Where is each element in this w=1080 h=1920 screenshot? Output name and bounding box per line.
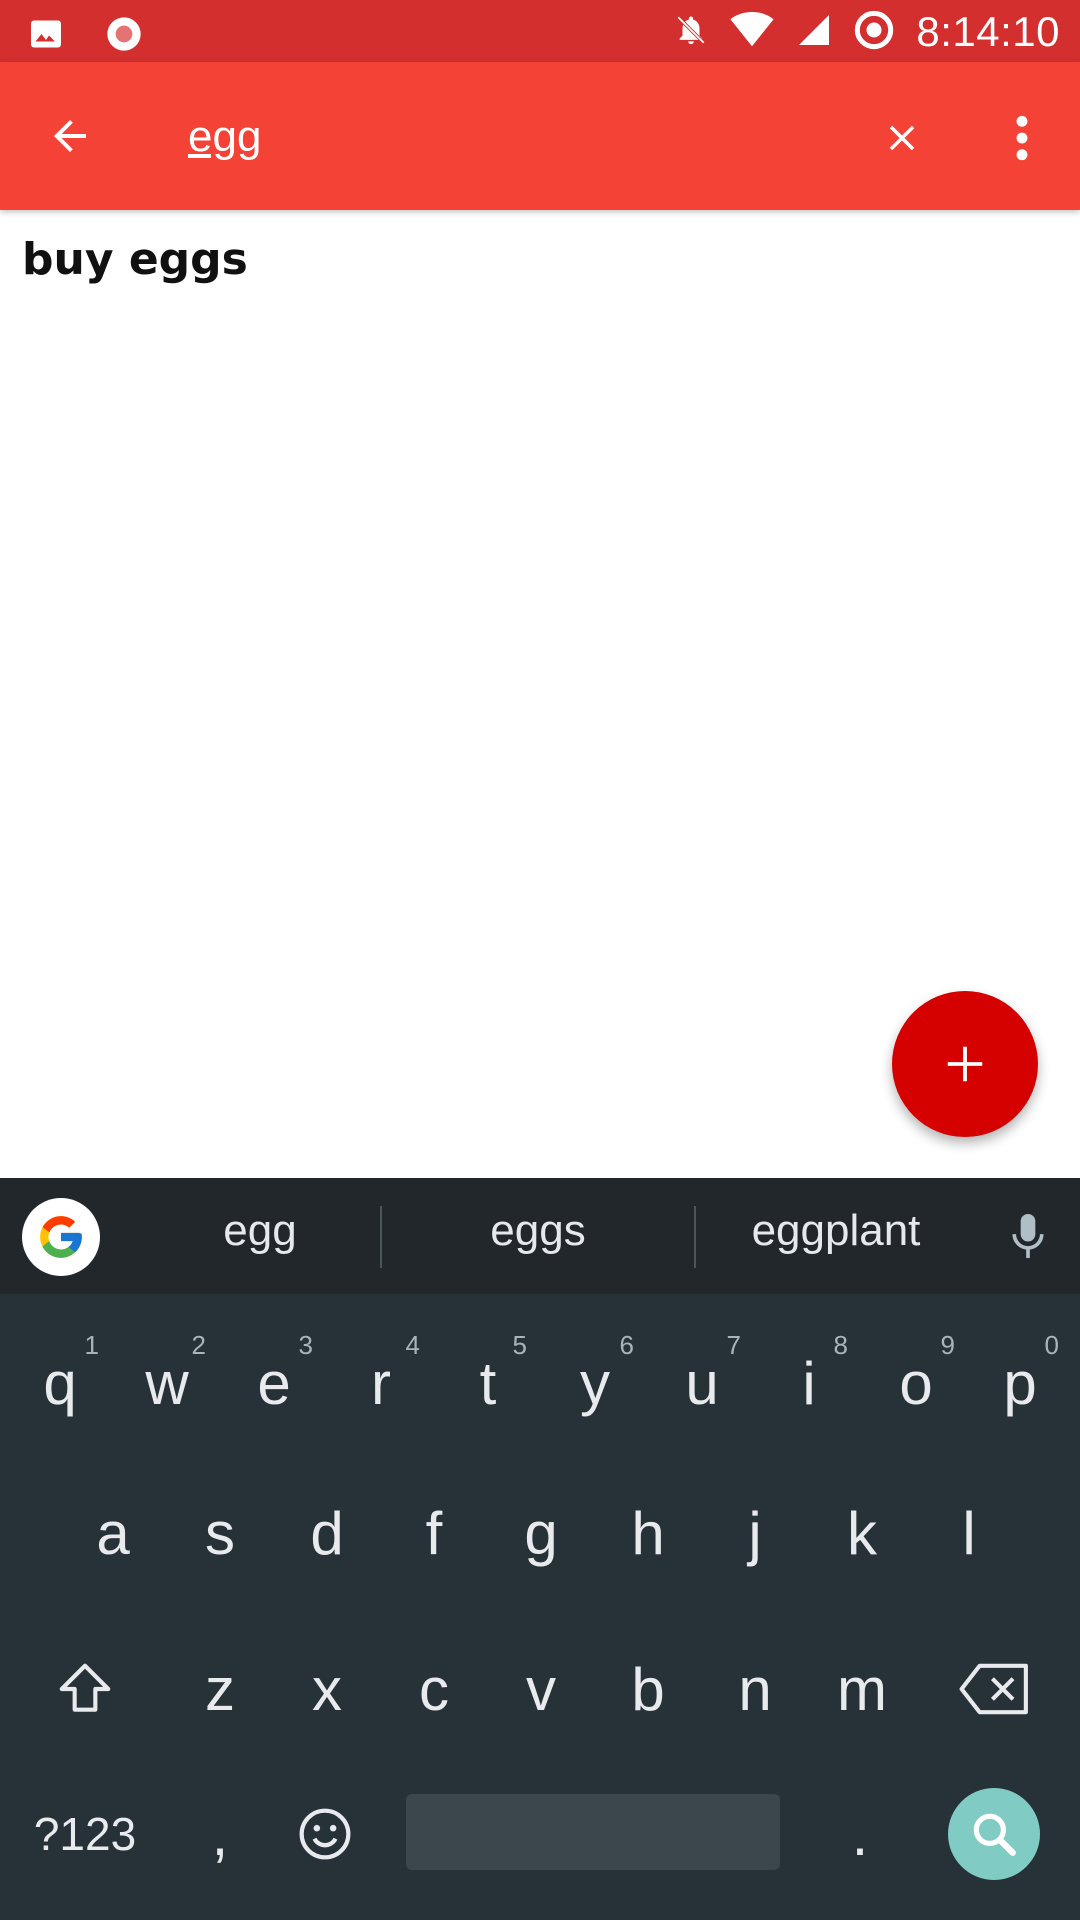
key-f[interactable]: f	[389, 1478, 479, 1588]
signal-icon	[796, 12, 832, 52]
key-i[interactable]: i8	[764, 1328, 854, 1438]
notifications-off-icon	[674, 11, 708, 53]
search-input[interactable]	[188, 102, 838, 172]
google-logo-button[interactable]	[22, 1198, 100, 1276]
key-s[interactable]: s	[175, 1478, 265, 1588]
backspace-key[interactable]	[950, 1634, 1040, 1744]
suggestion-bar: egg eggs eggplant	[0, 1178, 1080, 1294]
emoji-key[interactable]	[280, 1784, 370, 1884]
wifi-icon	[730, 12, 774, 52]
add-button[interactable]	[892, 991, 1038, 1137]
status-bar: 8:14:10	[0, 0, 1080, 62]
key-x[interactable]: x	[282, 1634, 372, 1744]
suggestion-2[interactable]: eggs	[382, 1206, 694, 1266]
key-q[interactable]: q1	[15, 1328, 105, 1438]
image-icon	[28, 16, 64, 56]
search-results: buy eggs	[0, 210, 1080, 285]
more-vert-icon	[1016, 115, 1028, 161]
key-h[interactable]: h	[603, 1478, 693, 1588]
suggestion-3[interactable]: eggplant	[696, 1206, 976, 1266]
key-d[interactable]: d	[282, 1478, 372, 1588]
key-r[interactable]: r4	[336, 1328, 426, 1438]
keyboard-search-key[interactable]	[948, 1788, 1040, 1880]
status-time: 8:14:10	[916, 8, 1060, 55]
sync-icon	[854, 10, 894, 54]
key-k[interactable]: k	[817, 1478, 907, 1588]
space-key[interactable]	[406, 1794, 780, 1870]
key-y[interactable]: y6	[550, 1328, 640, 1438]
arrow-back-icon	[54, 120, 86, 152]
symbols-key[interactable]: ?123	[20, 1784, 150, 1884]
key-v[interactable]: v	[496, 1634, 586, 1744]
back-button[interactable]	[40, 106, 100, 166]
key-z[interactable]: z	[175, 1634, 265, 1744]
key-j[interactable]: j	[710, 1478, 800, 1588]
backspace-icon	[959, 1663, 1028, 1715]
emoji-icon	[299, 1808, 351, 1860]
key-l[interactable]: l	[924, 1478, 1014, 1588]
keyboard: egg eggs eggplant q1 w2 e3 r4 t5 y6 u7 i…	[0, 1178, 1080, 1920]
mic-icon	[1012, 1214, 1044, 1258]
voice-input-button[interactable]	[1000, 1208, 1056, 1264]
key-t[interactable]: t5	[443, 1328, 533, 1438]
key-b[interactable]: b	[603, 1634, 693, 1744]
comma-key[interactable]: ,	[175, 1784, 265, 1884]
key-g[interactable]: g	[496, 1478, 586, 1588]
result-item[interactable]: buy eggs	[0, 210, 1080, 285]
close-icon	[889, 125, 915, 151]
search-icon	[973, 1813, 1016, 1856]
key-p[interactable]: p0	[975, 1328, 1065, 1438]
shift-icon	[59, 1663, 111, 1712]
period-key[interactable]: .	[815, 1784, 905, 1884]
key-w[interactable]: w2	[122, 1328, 212, 1438]
key-e[interactable]: e3	[229, 1328, 319, 1438]
suggestion-1[interactable]: egg	[140, 1206, 380, 1266]
overflow-menu-button[interactable]	[1000, 106, 1044, 170]
key-n[interactable]: n	[710, 1634, 800, 1744]
clear-search-button[interactable]	[870, 106, 934, 170]
app-bar	[0, 62, 1080, 210]
key-a[interactable]: a	[68, 1478, 158, 1588]
record-icon	[104, 14, 144, 58]
key-c[interactable]: c	[389, 1634, 479, 1744]
key-u[interactable]: u7	[657, 1328, 747, 1438]
google-g-icon	[40, 1216, 82, 1258]
key-o[interactable]: o9	[871, 1328, 961, 1438]
shift-key[interactable]	[40, 1634, 130, 1744]
key-m[interactable]: m	[817, 1634, 907, 1744]
plus-icon	[947, 1046, 983, 1082]
